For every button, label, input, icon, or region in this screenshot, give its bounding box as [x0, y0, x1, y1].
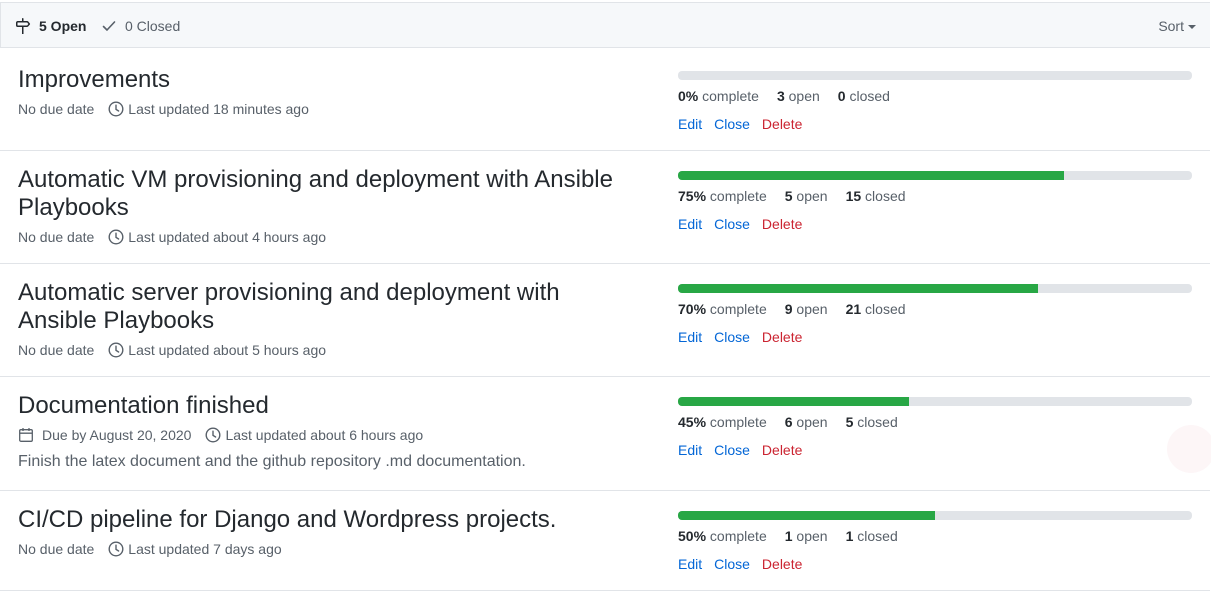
milestone-item: Improvements No due date Last updated 18… [0, 50, 1210, 151]
delete-link[interactable]: Delete [762, 216, 802, 232]
progress-bar [678, 171, 1192, 180]
open-filter[interactable]: 5 Open [15, 17, 86, 35]
progress-bar [678, 511, 1192, 520]
close-link[interactable]: Close [714, 556, 750, 572]
due-date: No due date [18, 541, 95, 557]
progress-bar [678, 71, 1192, 80]
milestone-item: Automatic server provisioning and deploy… [0, 263, 1210, 377]
due-date: No due date [18, 101, 95, 117]
closed-filter[interactable]: 0 Closed [101, 17, 180, 35]
close-link[interactable]: Close [714, 329, 750, 345]
milestone-title[interactable]: Automatic VM provisioning and deployment… [18, 166, 638, 222]
progress-fill [678, 284, 1038, 293]
milestone-actions: Edit Close Delete [678, 328, 814, 346]
edit-link[interactable]: Edit [678, 116, 702, 132]
milestone-meta: No due date Last updated 18 minutes ago [18, 100, 309, 118]
milestone-item: Automatic VM provisioning and deployment… [0, 150, 1210, 264]
milestone-title[interactable]: Automatic server provisioning and deploy… [18, 279, 638, 335]
edit-link[interactable]: Edit [678, 442, 702, 458]
percent-complete: 50% complete [678, 528, 767, 544]
milestone-stats: 45% complete 6 open 5 closed [678, 413, 916, 431]
delete-link[interactable]: Delete [762, 442, 802, 458]
open-count-label: 5 Open [39, 18, 87, 34]
closed-issues[interactable]: 5 closed [846, 414, 898, 430]
milestone-title[interactable]: CI/CD pipeline for Django and Wordpress … [18, 506, 638, 534]
milestone-item: Documentation finished Due by August 20,… [0, 376, 1210, 491]
last-updated: Last updated about 4 hours ago [128, 229, 327, 245]
progress-fill [678, 171, 1064, 180]
milestone-actions: Edit Close Delete [678, 115, 814, 133]
open-issues[interactable]: 3 open [777, 88, 820, 104]
edit-link[interactable]: Edit [678, 216, 702, 232]
milestone-meta: No due date Last updated about 5 hours a… [18, 341, 326, 359]
milestone-actions: Edit Close Delete [678, 555, 814, 573]
milestones-page: 5 Open 0 Closed Sort Improvements No due… [0, 0, 1211, 599]
progress-bar [678, 397, 1192, 406]
clock-icon [108, 101, 124, 117]
milestone-title[interactable]: Improvements [18, 66, 638, 94]
open-issues[interactable]: 6 open [785, 414, 828, 430]
last-updated: Last updated 7 days ago [128, 541, 282, 557]
clock-icon [108, 342, 124, 358]
milestones-header: 5 Open 0 Closed Sort [0, 2, 1210, 48]
clock-icon [108, 541, 124, 557]
milestone-stats: 0% complete 3 open 0 closed [678, 87, 908, 105]
milestone-meta: No due date Last updated about 4 hours a… [18, 228, 326, 246]
closed-issues[interactable]: 0 closed [838, 88, 890, 104]
milestone-meta: No due date Last updated 7 days ago [18, 540, 282, 558]
edit-link[interactable]: Edit [678, 329, 702, 345]
closed-count-label: 0 Closed [125, 18, 181, 34]
open-issues[interactable]: 9 open [785, 301, 828, 317]
calendar-icon [19, 428, 33, 442]
clock-icon [205, 427, 221, 443]
close-link[interactable]: Close [714, 442, 750, 458]
progress-bar [678, 284, 1192, 293]
open-issues[interactable]: 1 open [785, 528, 828, 544]
milestone-stats: 50% complete 1 open 1 closed [678, 527, 916, 545]
check-icon [102, 21, 116, 31]
milestone-actions: Edit Close Delete [678, 215, 814, 233]
delete-link[interactable]: Delete [762, 116, 802, 132]
percent-complete: 0% complete [678, 88, 759, 104]
milestone-stats: 75% complete 5 open 15 closed [678, 187, 924, 205]
sort-label: Sort [1158, 18, 1184, 34]
due-date: Due by August 20, 2020 [42, 427, 192, 443]
closed-issues[interactable]: 15 closed [846, 188, 906, 204]
milestone-description: Finish the latex document and the github… [18, 453, 526, 470]
progress-fill [678, 397, 910, 406]
open-issues[interactable]: 5 open [785, 188, 828, 204]
last-updated: Last updated about 6 hours ago [225, 427, 424, 443]
chevron-down-icon [1188, 25, 1196, 29]
percent-complete: 75% complete [678, 188, 767, 204]
closed-issues[interactable]: 21 closed [846, 301, 906, 317]
milestone-meta: Due by August 20, 2020 Last updated abou… [18, 426, 423, 444]
sort-dropdown[interactable]: Sort [1158, 17, 1196, 35]
delete-link[interactable]: Delete [762, 329, 802, 345]
percent-complete: 45% complete [678, 414, 767, 430]
due-date: No due date [18, 342, 95, 358]
milestone-item: CI/CD pipeline for Django and Wordpress … [0, 490, 1210, 591]
last-updated: Last updated 18 minutes ago [128, 101, 309, 117]
milestone-title[interactable]: Documentation finished [18, 392, 638, 420]
last-updated: Last updated about 5 hours ago [128, 342, 327, 358]
milestone-actions: Edit Close Delete [678, 441, 814, 459]
closed-issues[interactable]: 1 closed [846, 528, 898, 544]
delete-link[interactable]: Delete [762, 556, 802, 572]
close-link[interactable]: Close [714, 116, 750, 132]
edit-link[interactable]: Edit [678, 556, 702, 572]
close-link[interactable]: Close [714, 216, 750, 232]
progress-fill [678, 511, 935, 520]
due-date: No due date [18, 229, 95, 245]
percent-complete: 70% complete [678, 301, 767, 317]
clock-icon [108, 229, 124, 245]
floating-overlay [1167, 425, 1211, 473]
milestone-icon [16, 18, 31, 34]
milestone-stats: 70% complete 9 open 21 closed [678, 300, 924, 318]
